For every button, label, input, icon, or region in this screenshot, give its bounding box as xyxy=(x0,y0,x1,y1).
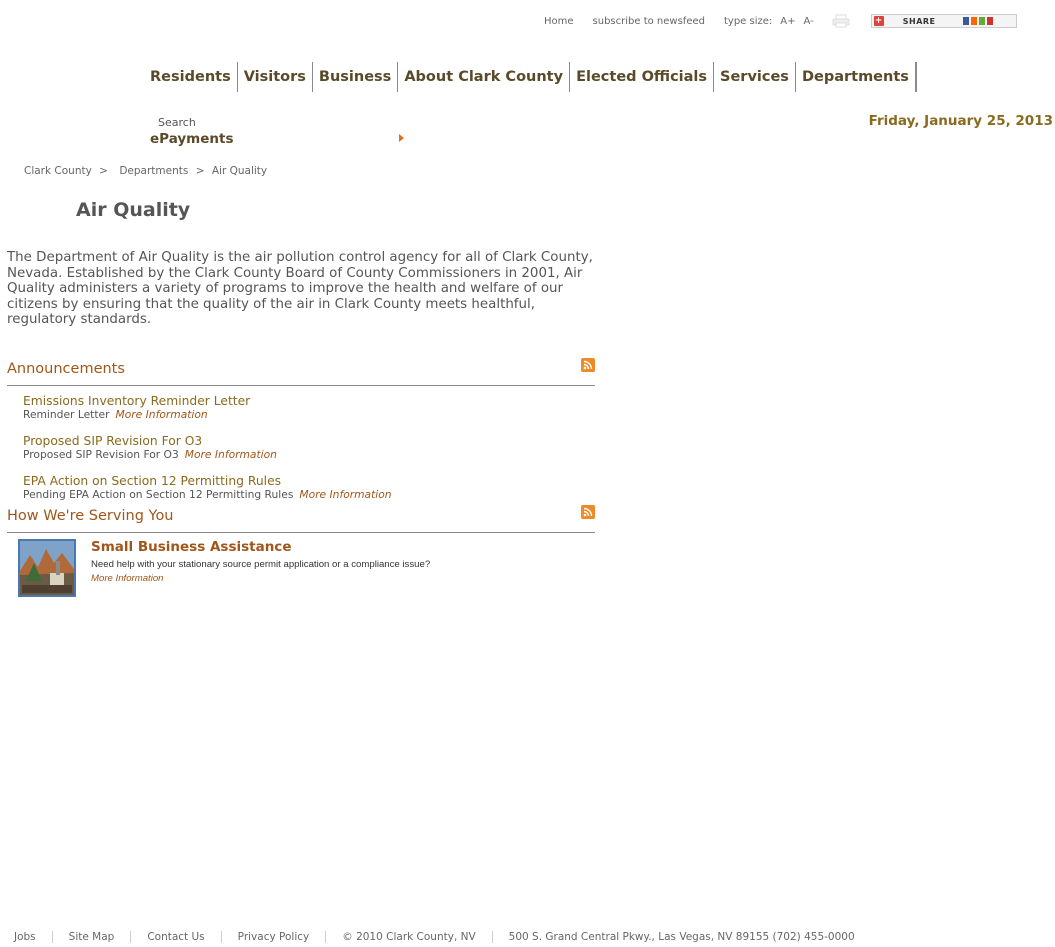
rss-icon[interactable] xyxy=(581,505,595,519)
breadcrumb-separator: > xyxy=(195,165,205,177)
announcement-summary-text: Proposed SIP Revision For O3 xyxy=(23,448,179,461)
footer-site-map-link[interactable]: Site Map xyxy=(51,931,131,943)
announcement-summary: Pending EPA Action on Section 12 Permitt… xyxy=(23,488,583,501)
announcement-summary-text: Pending EPA Action on Section 12 Permitt… xyxy=(23,488,294,501)
share-service-icons xyxy=(962,17,993,25)
nav-item-residents[interactable]: Residents xyxy=(144,62,238,92)
more-information-link[interactable]: More Information xyxy=(91,573,164,584)
breadcrumb-separator: > xyxy=(99,165,108,177)
nav-item-visitors[interactable]: Visitors xyxy=(238,62,313,92)
small-business-title-link[interactable]: Small Business Assistance xyxy=(91,539,291,555)
list-item: Emissions Inventory Reminder Letter Remi… xyxy=(23,394,583,421)
footer-privacy-link[interactable]: Privacy Policy xyxy=(220,931,326,943)
announcement-title-link[interactable]: Emissions Inventory Reminder Letter xyxy=(23,394,583,408)
newsfeed-link[interactable]: subscribe to newsfeed xyxy=(593,16,705,27)
nav-item-departments[interactable]: Departments xyxy=(796,62,917,92)
list-item: Proposed SIP Revision For O3 Proposed SI… xyxy=(23,434,583,461)
breadcrumb-clark-county[interactable]: Clark County xyxy=(24,165,92,177)
breadcrumb-current: Air Quality xyxy=(211,165,268,177)
share-button[interactable]: + SHARE xyxy=(870,14,1017,28)
epayments-link[interactable]: ePayments xyxy=(150,131,234,147)
footer-copyright: © 2010 Clark County, NV xyxy=(325,931,491,943)
home-link[interactable]: Home xyxy=(544,16,574,27)
small-business-thumbnail[interactable] xyxy=(18,539,76,597)
nav-item-about[interactable]: About Clark County xyxy=(398,62,571,92)
breadcrumb: Clark County > Departments > Air Quality xyxy=(24,165,271,177)
announcement-summary: Reminder Letter More Information xyxy=(23,408,583,421)
footer: Jobs Site Map Contact Us Privacy Policy … xyxy=(14,931,871,943)
type-size-label: type size: xyxy=(723,15,773,27)
serving-header: How We're Serving You xyxy=(7,505,595,533)
announcement-summary: Proposed SIP Revision For O3 More Informa… xyxy=(23,448,583,461)
more-information-link[interactable]: More Information xyxy=(185,448,277,461)
current-date: Friday, January 25, 2013 xyxy=(868,113,1053,129)
plus-icon: + xyxy=(873,16,884,26)
serving-title: How We're Serving You xyxy=(7,508,174,524)
arrow-right-icon[interactable] xyxy=(399,134,404,142)
announcement-summary-text: Reminder Letter xyxy=(23,408,110,421)
footer-jobs-link[interactable]: Jobs xyxy=(14,931,52,943)
small-business-description: Need help with your stationary source pe… xyxy=(91,559,431,570)
more-information-link[interactable]: More Information xyxy=(299,488,391,501)
search-link[interactable]: Search xyxy=(158,116,196,129)
nav-item-elected-officials[interactable]: Elected Officials xyxy=(570,62,715,92)
share-label: SHARE xyxy=(902,16,936,26)
announcements-title: Announcements xyxy=(7,361,125,377)
main-nav: Residents Visitors Business About Clark … xyxy=(144,62,917,92)
list-item: EPA Action on Section 12 Permitting Rule… xyxy=(23,474,583,501)
more-information-link[interactable]: More Information xyxy=(116,408,208,421)
nav-item-services[interactable]: Services xyxy=(714,62,796,92)
breadcrumb-departments[interactable]: Departments xyxy=(119,165,188,177)
footer-address: 500 S. Grand Central Pkwy., Las Vegas, N… xyxy=(491,931,871,943)
type-size-increase[interactable]: A+ xyxy=(780,16,795,27)
footer-contact-link[interactable]: Contact Us xyxy=(130,931,220,943)
nav-item-business[interactable]: Business xyxy=(313,62,399,92)
print-icon[interactable] xyxy=(830,14,852,28)
type-size-decrease[interactable]: A- xyxy=(804,16,814,27)
utility-bar: Home subscribe to newsfeed type size: A+… xyxy=(544,13,1036,29)
announcement-title-link[interactable]: EPA Action on Section 12 Permitting Rule… xyxy=(23,474,583,488)
rss-icon[interactable] xyxy=(581,358,595,372)
intro-paragraph: The Department of Air Quality is the air… xyxy=(7,250,593,327)
announcements-header: Announcements xyxy=(7,358,595,386)
announcement-title-link[interactable]: Proposed SIP Revision For O3 xyxy=(23,434,583,448)
page-title: Air Quality xyxy=(76,199,191,221)
